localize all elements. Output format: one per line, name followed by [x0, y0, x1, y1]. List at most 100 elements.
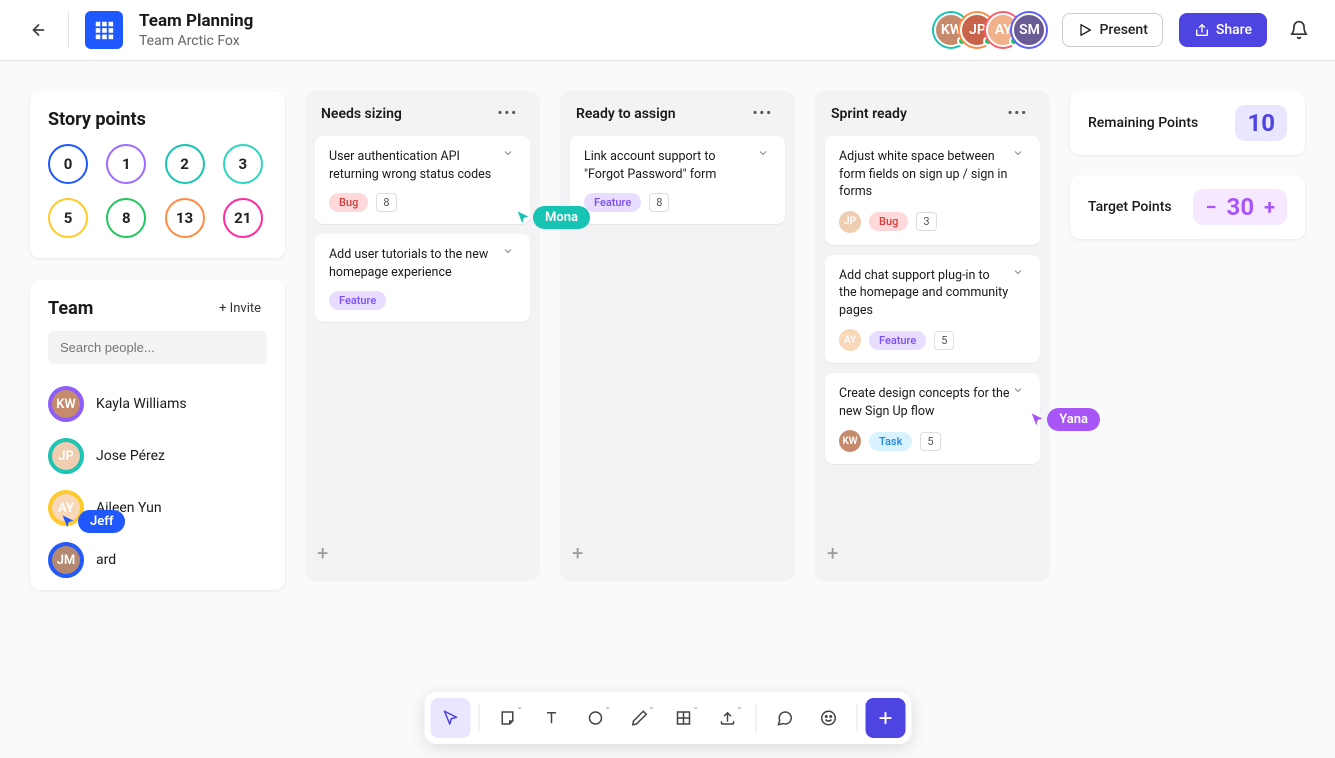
column-body[interactable]: Adjust white space between form fields o… — [815, 136, 1050, 535]
card-expand-icon[interactable] — [496, 244, 520, 258]
kanban-card[interactable]: Create design concepts for the new Sign … — [825, 373, 1040, 464]
remaining-points-card: Remaining Points 10 — [1070, 91, 1305, 155]
card-assignee-avatar: AY — [839, 329, 861, 351]
collaborator-avatars: KWJPAYSM — [942, 13, 1046, 47]
column-title: Sprint ready — [831, 106, 907, 122]
tool-upload[interactable]: ⌄ — [707, 698, 747, 738]
app-icon — [85, 11, 123, 49]
card-title: User authentication API returning wrong … — [329, 148, 516, 183]
person-avatar: JM — [48, 542, 84, 578]
notifications-button[interactable] — [1283, 14, 1315, 46]
app-header: Team Planning Team Arctic Fox KWJPAYSM P… — [0, 0, 1335, 61]
tool-grid[interactable]: ⌄ — [663, 698, 703, 738]
card-title: Add chat support plug-in to the homepage… — [839, 267, 1026, 320]
column-menu[interactable]: ••• — [1002, 105, 1034, 122]
kanban-card[interactable]: Adjust white space between form fields o… — [825, 136, 1040, 245]
card-tag: Feature — [869, 331, 926, 350]
column-title: Ready to assign — [576, 106, 676, 122]
card-tag: Feature — [584, 193, 641, 212]
card-points: 8 — [649, 193, 669, 212]
target-label: Target Points — [1088, 199, 1172, 215]
person-name: Kayla Williams — [96, 396, 187, 412]
remote-cursor-mona: Mona — [515, 206, 590, 229]
story-point-chip[interactable]: 1 — [106, 144, 146, 184]
kanban-columns: Needs sizing ••• User authentication API r… — [305, 91, 1050, 581]
team-person[interactable]: JP Jose Pérez — [48, 430, 267, 482]
story-point-chip[interactable]: 8 — [106, 198, 146, 238]
target-decrement[interactable]: − — [1205, 195, 1216, 219]
collaborator-avatar[interactable]: SM — [1012, 13, 1046, 47]
story-point-chip[interactable]: 21 — [223, 198, 263, 238]
tool-text[interactable] — [531, 698, 571, 738]
card-expand-icon[interactable] — [1006, 383, 1030, 397]
present-label: Present — [1099, 22, 1147, 38]
column-menu[interactable]: ••• — [747, 105, 779, 122]
tool-pen[interactable]: ⌄ — [619, 698, 659, 738]
tool-shape[interactable]: ⌄ — [575, 698, 615, 738]
team-person[interactable]: JM ard — [48, 534, 267, 586]
card-title: Link account support to "Forgot Password… — [584, 148, 771, 183]
column-title: Needs sizing — [321, 106, 402, 122]
story-point-chip[interactable]: 5 — [48, 198, 88, 238]
card-title: Add user tutorials to the new homepage e… — [329, 246, 516, 281]
kanban-card[interactable]: Link account support to "Forgot Password… — [570, 136, 785, 224]
kanban-card[interactable]: Add chat support plug-in to the homepage… — [825, 255, 1040, 364]
person-avatar: KW — [48, 386, 84, 422]
kanban-card[interactable]: Add user tutorials to the new homepage e… — [315, 234, 530, 322]
card-expand-icon[interactable] — [1006, 265, 1030, 279]
story-point-chip[interactable]: 2 — [165, 144, 205, 184]
tool-sticky-note[interactable]: ⌄ — [487, 698, 527, 738]
story-points-title: Story points — [48, 109, 267, 130]
tool-reaction[interactable] — [808, 698, 848, 738]
cursor-label: Jeff — [78, 510, 125, 533]
team-person[interactable]: SMSandy Moreau — [48, 586, 267, 590]
card-assignee-avatar: KW — [839, 430, 861, 452]
back-button[interactable] — [20, 14, 52, 46]
team-panel: Team + Invite KW Kayla Williams JP Jose Pér… — [30, 280, 285, 590]
remote-cursor-yana: Yana — [1029, 408, 1100, 431]
search-people-input[interactable] — [48, 331, 267, 364]
card-title: Adjust white space between form fields o… — [839, 148, 1026, 201]
person-name: Jose Pérez — [96, 448, 165, 464]
tool-select[interactable] — [430, 698, 470, 738]
add-card-button[interactable]: + — [311, 535, 334, 571]
share-button[interactable]: Share — [1179, 13, 1267, 47]
card-tag: Bug — [329, 193, 368, 212]
card-tag: Bug — [869, 212, 908, 231]
tool-comment[interactable] — [764, 698, 804, 738]
card-tag: Feature — [329, 291, 386, 310]
team-person[interactable]: KW Kayla Williams — [48, 378, 267, 430]
kanban-column: Needs sizing ••• User authentication API r… — [305, 91, 540, 581]
target-points-card: Target Points − 30 + — [1070, 175, 1305, 239]
team-title: Team — [48, 298, 93, 319]
card-expand-icon[interactable] — [496, 146, 520, 160]
story-point-chip[interactable]: 3 — [223, 144, 263, 184]
card-points: 5 — [920, 432, 940, 451]
card-points: 8 — [376, 193, 396, 212]
story-point-chip[interactable]: 0 — [48, 144, 88, 184]
column-body[interactable]: User authentication API returning wrong … — [305, 136, 540, 535]
tool-add[interactable] — [865, 698, 905, 738]
kanban-column: Sprint ready ••• Adjust white space betwee… — [815, 91, 1050, 581]
column-menu[interactable]: ••• — [492, 105, 524, 122]
share-label: Share — [1216, 22, 1252, 38]
card-assignee-avatar: JP — [839, 211, 861, 233]
doc-subtitle: Team Arctic Fox — [139, 32, 253, 50]
doc-title[interactable]: Team Planning — [139, 10, 253, 32]
card-points: 3 — [916, 212, 936, 231]
card-expand-icon[interactable] — [751, 146, 775, 160]
card-expand-icon[interactable] — [1006, 146, 1030, 160]
person-name: ard — [96, 552, 116, 568]
bottom-toolbar: ⌄ ⌄ ⌄ ⌄ ⌄ — [424, 692, 911, 744]
remaining-label: Remaining Points — [1088, 115, 1198, 131]
present-button[interactable]: Present — [1062, 13, 1162, 47]
invite-button[interactable]: + Invite — [213, 300, 267, 317]
add-card-button[interactable]: + — [566, 535, 589, 571]
add-card-button[interactable]: + — [821, 535, 844, 571]
target-increment[interactable]: + — [1264, 195, 1275, 219]
kanban-card[interactable]: User authentication API returning wrong … — [315, 136, 530, 224]
story-point-chip[interactable]: 13 — [165, 198, 205, 238]
board: Story points 0123581321 Team + Invite KW… — [0, 61, 1335, 680]
column-body[interactable]: Link account support to "Forgot Password… — [560, 136, 795, 535]
person-avatar: JP — [48, 438, 84, 474]
